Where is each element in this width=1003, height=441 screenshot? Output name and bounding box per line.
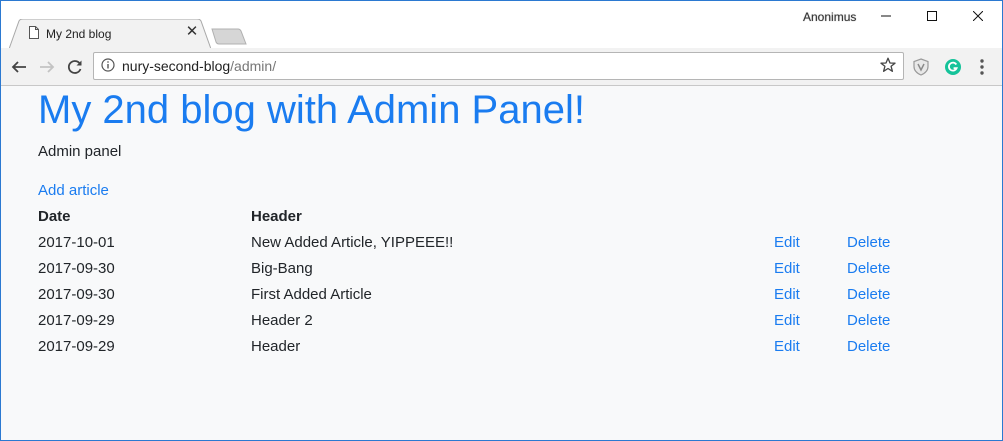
edit-link[interactable]: Edit — [774, 234, 800, 251]
header-cell: Header 2 — [251, 312, 313, 329]
table-row: 2017-10-01 New Added Article, YIPPEEE!! Ed… — [1, 234, 1002, 260]
page-icon — [29, 26, 39, 39]
delete-link[interactable]: Delete — [847, 312, 890, 329]
page-content: My 2nd blog with Admin Panel! Admin pane… — [1, 86, 1002, 440]
browser-window: My 2nd blog ✕ Anonimus nury-second-blog/… — [0, 0, 1003, 441]
title-bar: My 2nd blog ✕ Anonimus — [1, 1, 1002, 49]
minimize-button[interactable] — [863, 1, 909, 31]
edit-link[interactable]: Edit — [774, 286, 800, 303]
grammarly-icon[interactable] — [944, 58, 962, 76]
table-row: 2017-09-29 Header 2 Edit Delete — [1, 312, 1002, 338]
profile-name[interactable]: Anonimus — [803, 10, 856, 24]
table-row: 2017-09-29 Header Edit Delete — [1, 338, 1002, 364]
date-cell: 2017-09-30 — [38, 286, 115, 303]
column-header-date: Date — [38, 208, 71, 225]
kebab-menu-icon[interactable] — [979, 58, 985, 76]
header-cell: First Added Article — [251, 286, 372, 303]
header-cell: New Added Article, YIPPEEE!! — [251, 234, 454, 251]
date-cell: 2017-09-30 — [38, 260, 115, 277]
url-path: /admin/ — [230, 58, 277, 74]
address-bar[interactable]: nury-second-blog/admin/ — [93, 52, 904, 80]
browser-toolbar: nury-second-blog/admin/ — [1, 48, 1002, 86]
add-article-link[interactable]: Add article — [38, 182, 109, 199]
maximize-icon — [927, 11, 937, 21]
window-close-button[interactable] — [955, 1, 1001, 31]
window-close-icon — [973, 11, 983, 21]
new-tab-button[interactable] — [211, 28, 247, 45]
delete-link[interactable]: Delete — [847, 338, 890, 355]
date-cell: 2017-10-01 — [38, 234, 115, 251]
delete-link[interactable]: Delete — [847, 260, 890, 277]
back-icon — [11, 61, 26, 73]
date-cell: 2017-09-29 — [38, 312, 115, 329]
url-text[interactable]: nury-second-blog/admin/ — [122, 58, 276, 74]
edit-link[interactable]: Edit — [774, 260, 800, 277]
back-button[interactable] — [8, 56, 30, 78]
column-header-header: Header — [251, 208, 302, 225]
tab-title: My 2nd blog — [46, 27, 112, 41]
star-icon[interactable] — [880, 57, 896, 73]
forward-icon — [40, 61, 55, 73]
header-cell: Header — [251, 338, 301, 355]
delete-link[interactable]: Delete — [847, 286, 890, 303]
page-title: My 2nd blog with Admin Panel! — [38, 88, 585, 132]
edit-link[interactable]: Edit — [774, 312, 800, 329]
date-cell: 2017-09-29 — [38, 338, 115, 355]
reload-button[interactable] — [64, 56, 86, 78]
info-icon[interactable] — [101, 58, 115, 72]
close-icon[interactable]: ✕ — [185, 24, 199, 39]
forward-button[interactable] — [36, 56, 58, 78]
delete-link[interactable]: Delete — [847, 234, 890, 251]
table-row: 2017-09-30 Big-Bang Edit Delete — [1, 260, 1002, 286]
url-host: nury-second-blog — [122, 58, 231, 74]
maximize-button[interactable] — [909, 1, 955, 31]
edit-link[interactable]: Edit — [774, 338, 800, 355]
minimize-icon — [881, 15, 891, 17]
table-row: 2017-09-30 First Added Article Edit Delete — [1, 286, 1002, 312]
header-cell: Big-Bang — [251, 260, 313, 277]
shield-extension-icon[interactable] — [912, 58, 930, 76]
reload-icon — [68, 60, 82, 74]
page-subtitle: Admin panel — [38, 143, 122, 160]
